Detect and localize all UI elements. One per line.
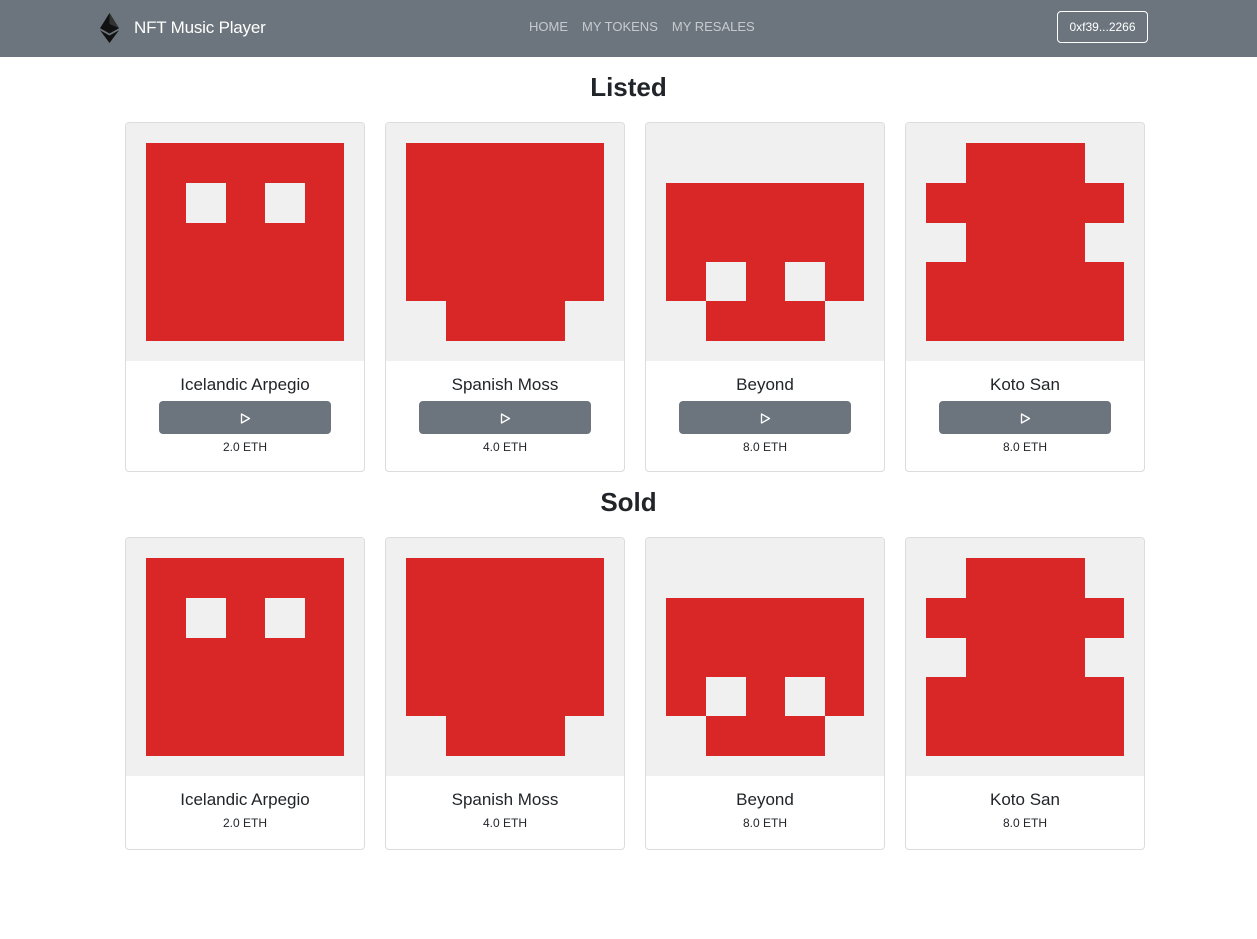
nft-artwork (386, 538, 624, 776)
card-title: Beyond (736, 790, 794, 809)
card-title: Beyond (736, 375, 794, 394)
card-body: Spanish Moss 4.0 ETH (386, 375, 624, 454)
listed-card: Icelandic Arpegio 2.0 ETH (125, 122, 365, 472)
brand-name: NFT Music Player (134, 18, 266, 37)
brand[interactable]: NFT Music Player (100, 12, 266, 44)
card-body: Icelandic Arpegio 2.0 ETH (126, 375, 364, 454)
nft-artwork (126, 123, 364, 361)
card-title: Spanish Moss (451, 790, 559, 809)
card-title: Koto San (990, 375, 1060, 394)
nft-artwork (126, 538, 364, 776)
nft-artwork (906, 123, 1144, 361)
card-title: Icelandic Arpegio (180, 375, 310, 394)
card-body: Koto San 8.0 ETH (906, 375, 1144, 454)
nft-artwork (386, 123, 624, 361)
price: 8.0 ETH (742, 816, 787, 830)
play-button[interactable] (679, 401, 851, 434)
nav-my-tokens-link[interactable]: MY TOKENS (582, 19, 658, 34)
card-title: Spanish Moss (451, 375, 559, 394)
play-button[interactable] (159, 401, 331, 434)
ethereum-icon (100, 13, 119, 43)
nav-my-resales-link[interactable]: MY RESALES (672, 19, 755, 34)
play-icon (1020, 413, 1031, 424)
listed-card: Beyond 8.0 ETH (645, 122, 885, 472)
play-icon (240, 413, 251, 424)
nav-home-link[interactable]: HOME (529, 19, 568, 34)
price: 8.0 ETH (742, 440, 787, 454)
play-button[interactable] (939, 401, 1111, 434)
nft-artwork (646, 538, 884, 776)
play-icon (500, 413, 511, 424)
card-body: Koto San 8.0 ETH (906, 790, 1144, 830)
listed-card: Spanish Moss 4.0 ETH (385, 122, 625, 472)
price: 4.0 ETH (482, 816, 527, 830)
price: 8.0 ETH (1002, 440, 1047, 454)
sold-card: Spanish Moss 4.0 ETH (385, 537, 625, 850)
price: 2.0 ETH (222, 816, 267, 830)
sold-card: Beyond 8.0 ETH (645, 537, 885, 850)
play-icon (760, 413, 771, 424)
price: 4.0 ETH (482, 440, 527, 454)
sold-card: Icelandic Arpegio 2.0 ETH (125, 537, 365, 850)
card-title: Icelandic Arpegio (180, 790, 310, 809)
price: 8.0 ETH (1002, 816, 1047, 830)
price: 2.0 ETH (222, 440, 267, 454)
account-button[interactable]: 0xf39...2266 (1057, 11, 1148, 43)
nft-artwork (646, 123, 884, 361)
sold-card: Koto San 8.0 ETH (905, 537, 1145, 850)
card-body: Spanish Moss 4.0 ETH (386, 790, 624, 830)
listed-heading: Listed (590, 72, 667, 102)
card-body: Beyond 8.0 ETH (646, 790, 884, 830)
navbar: NFT Music Player HOME MY TOKENS MY RESAL… (0, 0, 1257, 57)
nav-links: HOME MY TOKENS MY RESALES (529, 19, 769, 34)
play-button[interactable] (419, 401, 591, 434)
sold-heading: Sold (600, 487, 657, 517)
card-body: Beyond 8.0 ETH (646, 375, 884, 454)
card-body: Icelandic Arpegio 2.0 ETH (126, 790, 364, 830)
listed-card: Koto San 8.0 ETH (905, 122, 1145, 472)
nft-artwork (906, 538, 1144, 776)
card-title: Koto San (990, 790, 1060, 809)
